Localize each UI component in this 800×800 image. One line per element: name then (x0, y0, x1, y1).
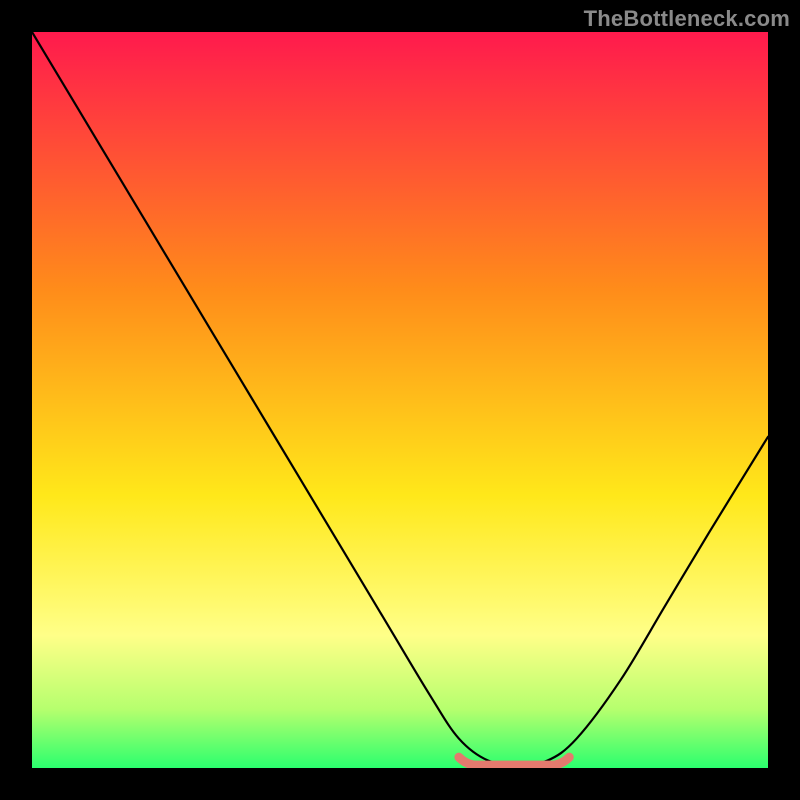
chart-area (32, 32, 768, 768)
mismatch-curve (32, 32, 768, 764)
attribution-label: TheBottleneck.com (584, 6, 790, 32)
curve-layer (32, 32, 768, 768)
